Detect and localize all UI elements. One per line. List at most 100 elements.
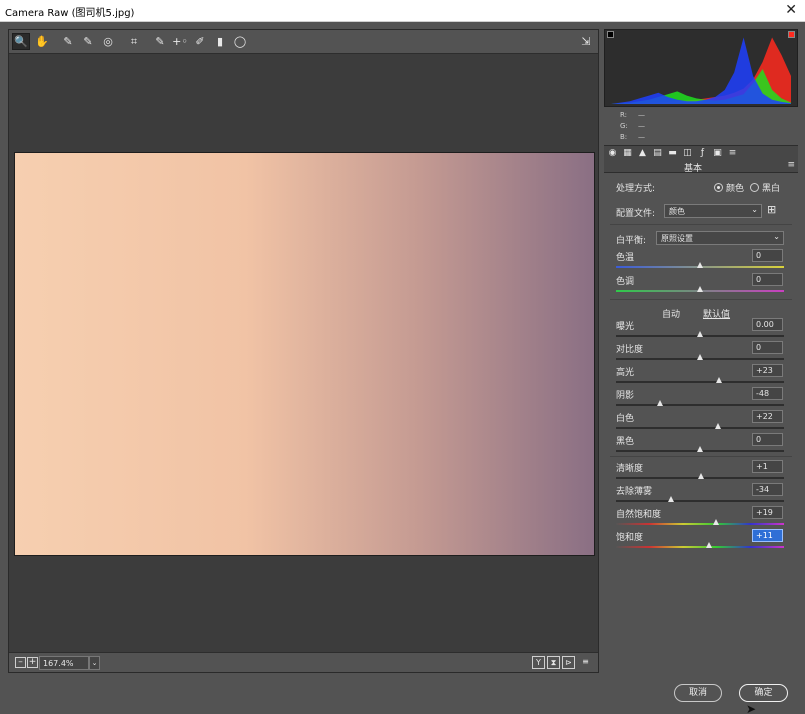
zoom-in-button[interactable]: + bbox=[27, 657, 38, 668]
default-link[interactable]: 默认值 bbox=[703, 307, 730, 320]
white-balance-tool-icon[interactable]: ✎ bbox=[59, 33, 77, 50]
r-label: R: bbox=[620, 111, 628, 119]
slider-track[interactable] bbox=[616, 404, 784, 406]
slider-label: 对比度 bbox=[616, 345, 644, 355]
crop-tool-icon[interactable]: ⌗ bbox=[125, 33, 143, 50]
slider-label: 自然饱和度 bbox=[616, 510, 662, 520]
histogram-chart bbox=[611, 37, 791, 104]
slider-track[interactable] bbox=[616, 427, 784, 429]
slider-label: 去除薄雾 bbox=[616, 487, 653, 497]
slider-value-field[interactable]: -34 bbox=[752, 483, 783, 496]
zoom-level-field[interactable]: 167.4% bbox=[39, 656, 89, 670]
slider-value-field[interactable]: +19 bbox=[752, 506, 783, 519]
color-sampler-tool-icon[interactable]: ✎ bbox=[79, 33, 97, 50]
tab-basic-icon[interactable]: ◉ bbox=[607, 148, 618, 159]
slider-thumb[interactable] bbox=[697, 354, 703, 360]
chevron-down-icon: ⌄ bbox=[773, 232, 780, 241]
tab-presets-icon[interactable]: ≡ bbox=[727, 148, 738, 159]
tab-tone-curve-icon[interactable]: ▦ bbox=[622, 148, 633, 159]
slider-value-field[interactable]: 0 bbox=[752, 433, 783, 446]
r-value: — bbox=[638, 111, 645, 119]
graduated-filter-tool-icon[interactable]: ▮ bbox=[211, 33, 229, 50]
slider-label: 色温 bbox=[616, 253, 635, 263]
slider-value-field[interactable]: 0 bbox=[752, 249, 783, 262]
ok-button[interactable]: 确定 bbox=[739, 684, 788, 702]
auto-link[interactable]: 自动 bbox=[662, 307, 680, 320]
slider-value-field[interactable]: 0 bbox=[752, 273, 783, 286]
slider-value-field[interactable]: +11 bbox=[752, 529, 783, 542]
close-icon[interactable]: ✕ bbox=[785, 2, 797, 18]
tab-lens-icon[interactable]: ◫ bbox=[682, 148, 693, 159]
process-label: 处理方式: bbox=[616, 184, 656, 194]
process-bw-label[interactable]: 黑白 bbox=[762, 181, 780, 194]
slider-thumb[interactable] bbox=[715, 423, 722, 429]
profile-select[interactable]: 颜色 ⌄ bbox=[664, 204, 762, 218]
b-value: — bbox=[638, 133, 645, 141]
slider-track[interactable] bbox=[616, 523, 784, 525]
process-bw-radio[interactable] bbox=[750, 183, 759, 192]
profile-browser-icon[interactable]: ⊞ bbox=[767, 203, 776, 216]
divider bbox=[610, 456, 792, 457]
preview-canvas bbox=[9, 54, 598, 653]
divider bbox=[610, 224, 792, 225]
panel-tabs: ◉ ▦ ▲ ▤ ▬ ◫ ƒ ▣ ≡ bbox=[604, 145, 798, 161]
slider-thumb[interactable] bbox=[712, 519, 719, 525]
slider-thumb[interactable] bbox=[697, 331, 703, 337]
histogram bbox=[604, 29, 798, 107]
toolbar: 🔍 ✋ ✎ ✎ ◎ ⌗ ✎ +◦ ✐ ▮ ◯ ⇲ bbox=[9, 30, 598, 54]
profile-label: 配置文件: bbox=[616, 209, 656, 219]
rgb-readout: R: — G: — B: — bbox=[604, 107, 798, 145]
slider-thumb[interactable] bbox=[697, 262, 703, 268]
tab-split-toning-icon[interactable]: ▬ bbox=[667, 148, 678, 159]
slider-track[interactable] bbox=[616, 500, 784, 502]
spot-removal-tool-icon[interactable]: ✎ bbox=[151, 33, 169, 50]
slider-thumb[interactable] bbox=[706, 542, 713, 548]
slider-label: 曝光 bbox=[616, 322, 635, 332]
slider-thumb[interactable] bbox=[656, 400, 663, 406]
slider-value-field[interactable]: 0 bbox=[752, 341, 783, 354]
slider-thumb[interactable] bbox=[697, 286, 703, 292]
b-label: B: bbox=[620, 133, 628, 141]
slider-thumb[interactable] bbox=[697, 446, 703, 452]
highlight-clipping-icon[interactable] bbox=[788, 31, 795, 38]
slider-track[interactable] bbox=[616, 546, 784, 548]
tab-hsl-icon[interactable]: ▤ bbox=[652, 148, 663, 159]
targeted-adjustment-tool-icon[interactable]: ◎ bbox=[99, 33, 117, 50]
panel-menu-icon[interactable]: ≡ bbox=[787, 160, 795, 170]
process-color-radio[interactable] bbox=[714, 183, 723, 192]
slider-value-field[interactable]: +1 bbox=[752, 460, 783, 473]
preview-settings-icon[interactable]: ≡ bbox=[579, 656, 592, 669]
zoom-dropdown-chevron-icon[interactable]: ⌄ bbox=[89, 656, 100, 670]
slider-thumb[interactable] bbox=[668, 496, 675, 502]
shadow-clipping-icon[interactable] bbox=[607, 31, 614, 38]
slider-value-field[interactable]: 0.00 bbox=[752, 318, 783, 331]
zoom-tool-icon[interactable]: 🔍 bbox=[12, 33, 30, 50]
radial-filter-tool-icon[interactable]: ◯ bbox=[231, 33, 249, 50]
cancel-button[interactable]: 取消 bbox=[674, 684, 722, 702]
hand-tool-icon[interactable]: ✋ bbox=[33, 33, 51, 50]
process-color-label[interactable]: 颜色 bbox=[726, 181, 744, 194]
red-eye-tool-icon[interactable]: +◦ bbox=[171, 33, 189, 50]
photo-preview bbox=[14, 152, 595, 556]
preview-area: 🔍 ✋ ✎ ✎ ◎ ⌗ ✎ +◦ ✐ ▮ ◯ ⇲ – + 167.4% ⌄ Y … bbox=[8, 29, 599, 673]
slider-label: 色调 bbox=[616, 277, 635, 287]
slider-label: 黑色 bbox=[616, 437, 635, 447]
slider-value-field[interactable]: +23 bbox=[752, 364, 783, 377]
tab-detail-icon[interactable]: ▲ bbox=[637, 148, 648, 159]
slider-thumb[interactable] bbox=[716, 377, 723, 383]
zoom-out-button[interactable]: – bbox=[15, 657, 26, 668]
copy-settings-button[interactable]: ⊳ bbox=[562, 656, 575, 669]
swap-view-button[interactable]: ⧗ bbox=[547, 656, 560, 669]
slider-label: 白色 bbox=[616, 414, 635, 424]
export-icon[interactable]: ⇲ bbox=[577, 33, 595, 50]
before-after-y-button[interactable]: Y bbox=[532, 656, 545, 669]
slider-value-field[interactable]: +22 bbox=[752, 410, 783, 423]
slider-thumb[interactable] bbox=[697, 473, 704, 479]
slider-track[interactable] bbox=[616, 381, 784, 383]
adjustment-brush-tool-icon[interactable]: ✐ bbox=[191, 33, 209, 50]
tab-calibration-icon[interactable]: ▣ bbox=[712, 148, 723, 159]
slider-label: 高光 bbox=[616, 368, 635, 378]
tab-effects-icon[interactable]: ƒ bbox=[697, 148, 708, 159]
white-balance-select[interactable]: 原照设置 ⌄ bbox=[656, 231, 784, 245]
slider-value-field[interactable]: -48 bbox=[752, 387, 783, 400]
